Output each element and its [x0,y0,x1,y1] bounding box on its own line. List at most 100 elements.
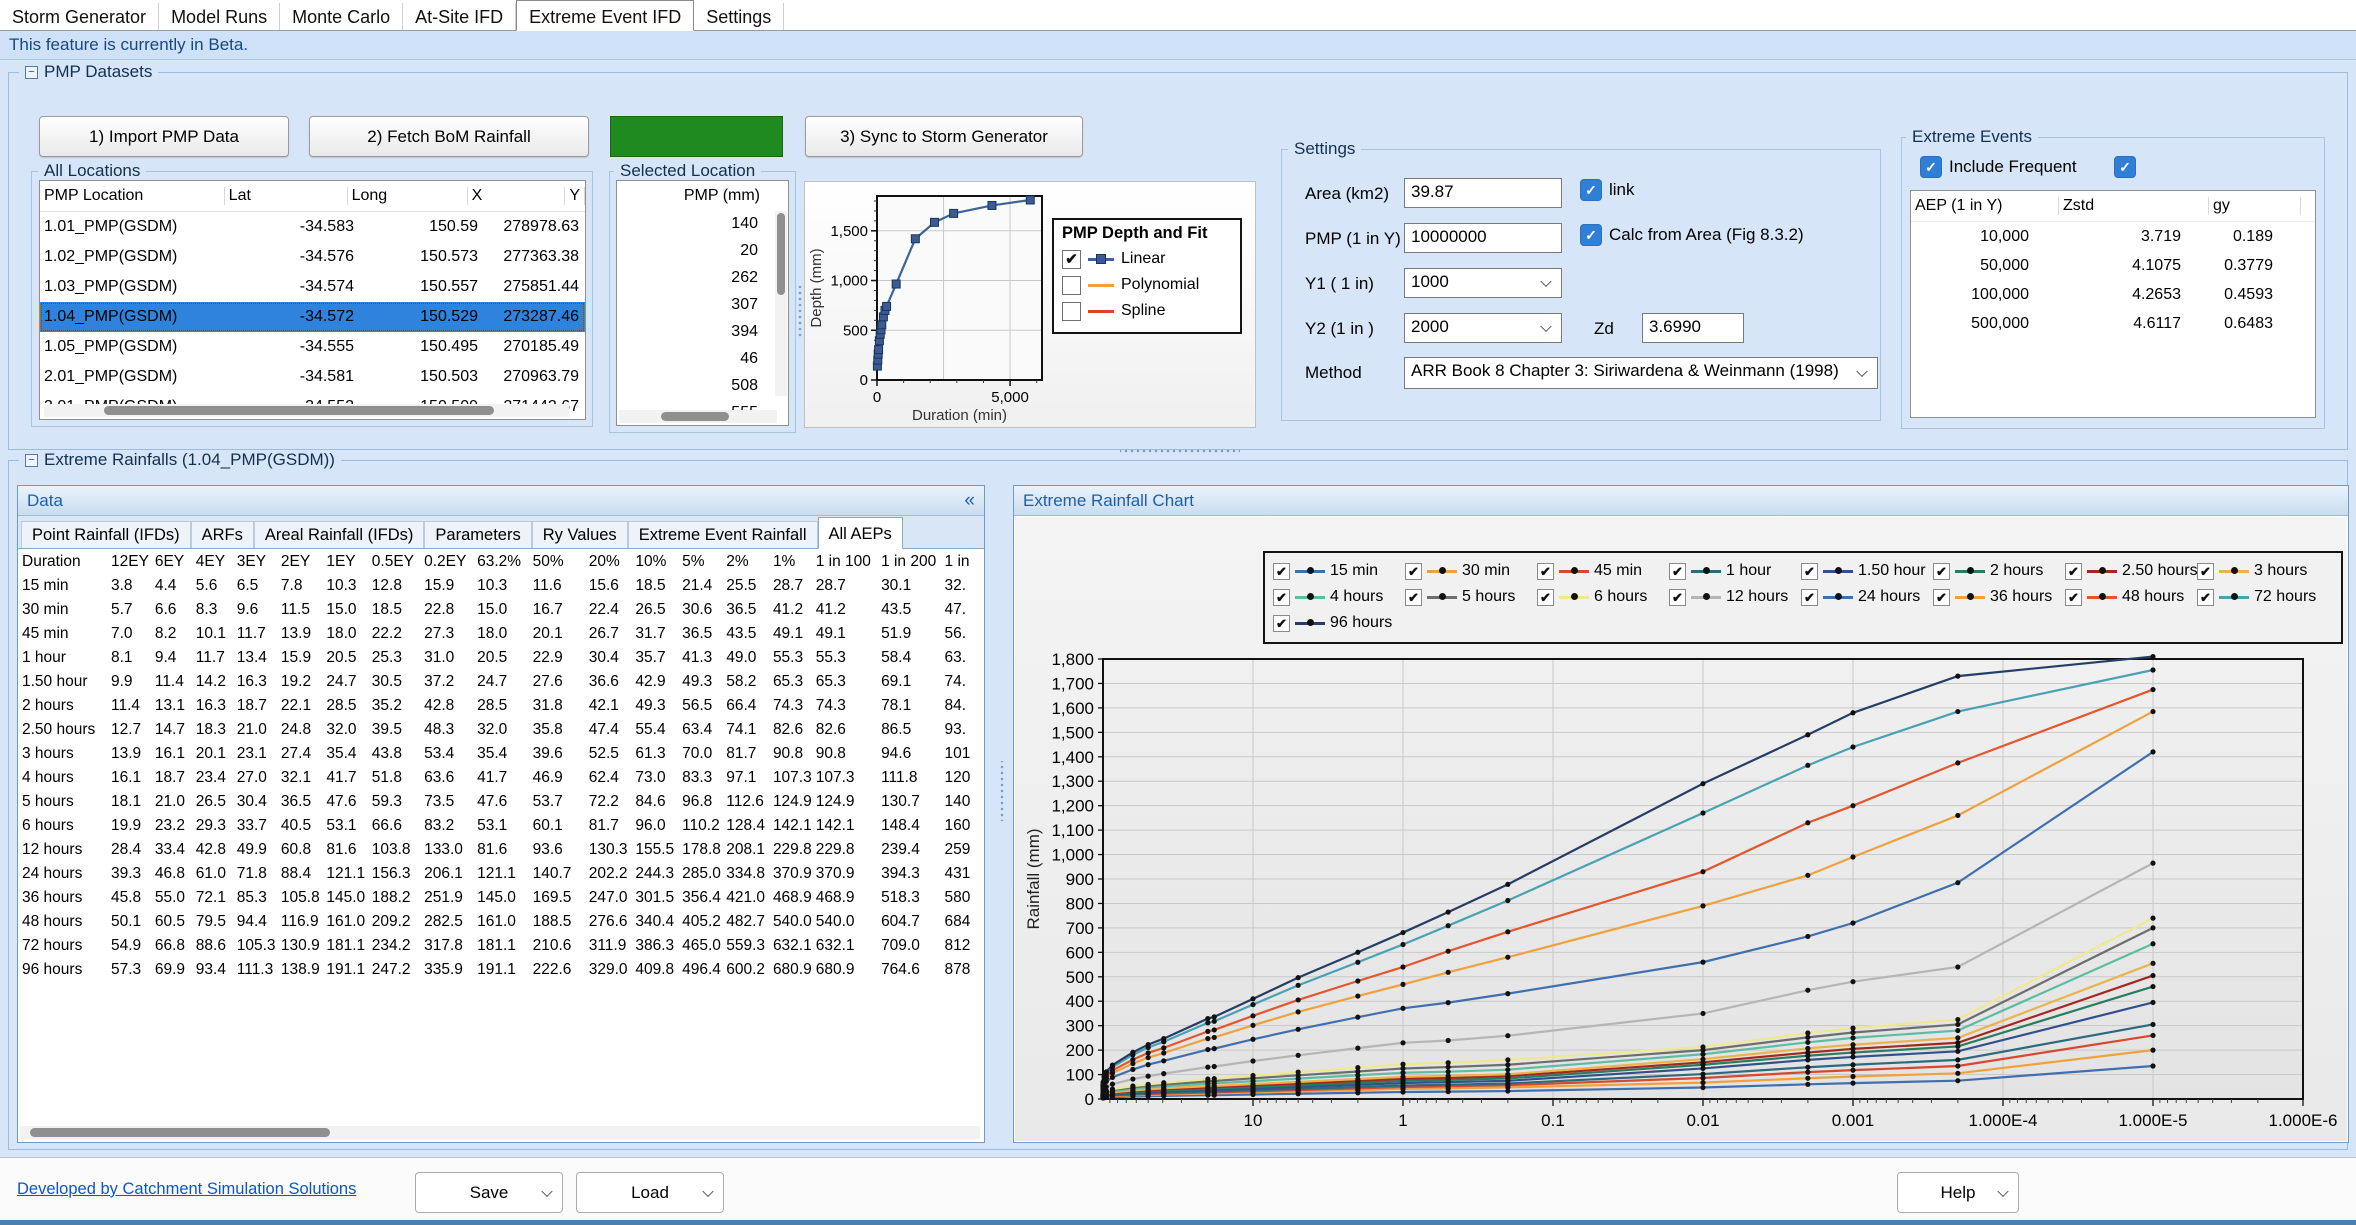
chart-legend-item-96-hours[interactable]: ✔96 hours [1273,610,1405,636]
grid-column-0-2ey[interactable]: 0.2EY [422,550,475,574]
link-checkbox-row[interactable]: ✓ link [1580,179,1635,201]
grid-column-1-in-200[interactable]: 1 in 200 [879,550,942,574]
app-tab-extreme-event-ifd[interactable]: Extreme Event IFD [516,0,694,31]
grid-row[interactable]: 2 hours11.413.116.318.722.128.535.242.82… [20,694,982,718]
list-item[interactable]: 307 [617,291,788,318]
legend-checkbox[interactable]: ✔ [1933,563,1950,580]
list-item[interactable]: 140 [617,210,788,237]
chart-legend-item-12-hours[interactable]: ✔12 hours [1669,584,1801,610]
chart-legend-item-4-hours[interactable]: ✔4 hours [1273,584,1405,610]
chart-legend-item-2-hours[interactable]: ✔2 hours [1933,558,2065,584]
horizontal-splitter-handle[interactable] [1120,448,1240,454]
grid-column-duration[interactable]: Duration [20,550,109,574]
data-tab-parameters[interactable]: Parameters [424,521,531,548]
data-tab-arfs[interactable]: ARFs [191,521,254,548]
legend-checkbox[interactable]: ✔ [2197,563,2214,580]
grid-row[interactable]: 5 hours18.121.026.530.436.547.659.373.54… [20,790,982,814]
legend-checkbox[interactable]: ✔ [1801,589,1818,606]
selected-location-list[interactable]: PMP (mm)1402026230739446508555 [616,180,789,426]
column-header-pmp-mm[interactable]: PMP (mm) [684,187,760,205]
grid-row[interactable]: 15 min3.84.45.66.57.810.312.815.910.311.… [20,574,982,598]
calc-from-area-checkbox[interactable]: ✓ [1580,224,1602,246]
grid-column-6ey[interactable]: 6EY [153,550,194,574]
list-item[interactable]: 20 [617,237,788,264]
column-header-lat[interactable]: Lat [225,187,348,205]
grid-row[interactable]: 3 hours13.916.120.123.127.435.443.853.43… [20,742,982,766]
table-row[interactable]: 1.04_PMP(GSDM)-34.572150.529273287.46 [40,302,585,332]
column-header-x[interactable]: X [468,187,566,205]
table-row[interactable]: 1.03_PMP(GSDM)-34.574150.557275851.44 [40,272,585,302]
app-tab-settings[interactable]: Settings [694,3,784,30]
app-tab-at-site-ifd[interactable]: At-Site IFD [403,3,516,30]
data-tab-extreme-event-rainfall[interactable]: Extreme Event Rainfall [628,521,818,548]
grid-row[interactable]: 1.50 hour9.911.414.216.319.224.730.537.2… [20,670,982,694]
table-row[interactable]: 1.05_PMP(GSDM)-34.555150.495270185.49 [40,332,585,362]
calc-from-area-row[interactable]: ✓ Calc from Area (Fig 8.3.2) [1580,224,1804,246]
sync-to-storm-generator-button[interactable]: 3) Sync to Storm Generator [805,116,1083,157]
legend-checkbox[interactable]: ✔ [1273,563,1290,580]
grid-column-5[interactable]: 5% [680,550,724,574]
grid-column-2[interactable]: 2% [724,550,771,574]
chart-legend-item-6-hours[interactable]: ✔6 hours [1537,584,1669,610]
legend-checkbox[interactable]: ✔ [2065,563,2082,580]
grid-row[interactable]: 45 min7.08.210.111.713.918.022.227.318.0… [20,622,982,646]
chart-legend-item-5-hours[interactable]: ✔5 hours [1405,584,1537,610]
collapse-icon[interactable]: − [25,454,38,467]
grid-column-4ey[interactable]: 4EY [194,550,235,574]
legend-checkbox[interactable]: ✔ [1405,589,1422,606]
chart-legend-item-15-min[interactable]: ✔15 min [1273,558,1405,584]
app-tab-model-runs[interactable]: Model Runs [159,3,280,30]
grid-row[interactable]: 72 hours54.966.888.6105.3130.9181.1234.2… [20,934,982,958]
grid-row[interactable]: 36 hours45.855.072.185.3105.8145.0188.22… [20,886,982,910]
grid-row[interactable]: 30 min5.76.68.39.611.515.018.522.815.016… [20,598,982,622]
grid-row[interactable]: 24 hours39.346.861.071.888.4121.1156.320… [20,862,982,886]
all-locations-hscrollbar[interactable] [44,404,569,417]
chart-legend-item-45-min[interactable]: ✔45 min [1537,558,1669,584]
grid-row[interactable]: 2.50 hours12.714.718.321.024.832.039.548… [20,718,982,742]
list-item[interactable]: 508 [617,372,788,399]
legend-checkbox[interactable]: ✔ [2065,589,2082,606]
pmp-legend-item-spline[interactable]: Spline [1062,298,1232,324]
y2-dropdown[interactable]: 2000 [1404,313,1562,343]
column-header-y[interactable]: Y [565,187,585,205]
include-standard-ifds-checkbox[interactable]: ✓ [2114,156,2136,178]
include-frequent-row[interactable]: ✓ Include Frequent [1920,156,2077,178]
app-tab-storm-generator[interactable]: Storm Generator [0,3,159,30]
include-frequent-checkbox[interactable]: ✓ [1920,156,1942,178]
grid-column-63-2[interactable]: 63.2% [475,550,531,574]
all-aeps-grid-container[interactable]: Duration12EY6EY4EY3EY2EY1EY0.5EY0.2EY63.… [20,550,982,1042]
extreme-events-row[interactable]: 500,0004.61170.6483 [1911,309,2315,338]
legend-checkbox[interactable]: ✔ [1801,563,1818,580]
legend-checkbox[interactable] [1062,276,1081,295]
extreme-events-row[interactable]: 100,0004.26530.4593 [1911,280,2315,309]
legend-checkbox[interactable]: ✔ [1405,563,1422,580]
column-header-aep-1-in-y[interactable]: AEP (1 in Y) [1911,197,2059,215]
chart-legend-item-72-hours[interactable]: ✔72 hours [2197,584,2329,610]
link-checkbox[interactable]: ✓ [1580,179,1602,201]
area-input[interactable]: 39.87 [1404,178,1562,208]
data-tab-all-aeps[interactable]: All AEPs [818,517,903,549]
scrollbar-thumb[interactable] [777,213,785,295]
legend-checkbox[interactable]: ✔ [1273,589,1290,606]
panel-splitter-handle[interactable] [999,761,1005,821]
extreme-events-table[interactable]: AEP (1 in Y)Zstdgy10,0003.7190.18950,000… [1910,190,2316,418]
grid-row[interactable]: 96 hours57.369.993.4111.3138.9191.1247.2… [20,958,982,982]
zd-input[interactable]: 3.6990 [1642,313,1744,343]
legend-checkbox[interactable]: ✔ [1273,615,1290,632]
table-row[interactable]: 1.01_PMP(GSDM)-34.583150.59278978.63 [40,212,585,242]
chart-legend-item-1-50-hour[interactable]: ✔1.50 hour [1801,558,1933,584]
vertical-splitter-handle[interactable] [797,283,803,339]
column-header-long[interactable]: Long [348,187,468,205]
selected-location-hscrollbar[interactable] [619,410,777,423]
legend-checkbox[interactable] [1062,302,1081,321]
chart-legend-item-2-50-hours[interactable]: ✔2.50 hours [2065,558,2197,584]
grid-column-20[interactable]: 20% [587,550,634,574]
method-dropdown[interactable]: ARR Book 8 Chapter 3: Siriwardena & Wein… [1404,357,1878,389]
collapse-icon[interactable]: − [25,66,38,79]
grid-column-0-5ey[interactable]: 0.5EY [370,550,422,574]
legend-checkbox[interactable]: ✔ [1537,589,1554,606]
scrollbar-thumb[interactable] [30,1128,330,1137]
scrollbar-thumb[interactable] [661,412,729,421]
grid-column-1ey[interactable]: 1EY [324,550,369,574]
y1-dropdown[interactable]: 1000 [1404,268,1562,298]
